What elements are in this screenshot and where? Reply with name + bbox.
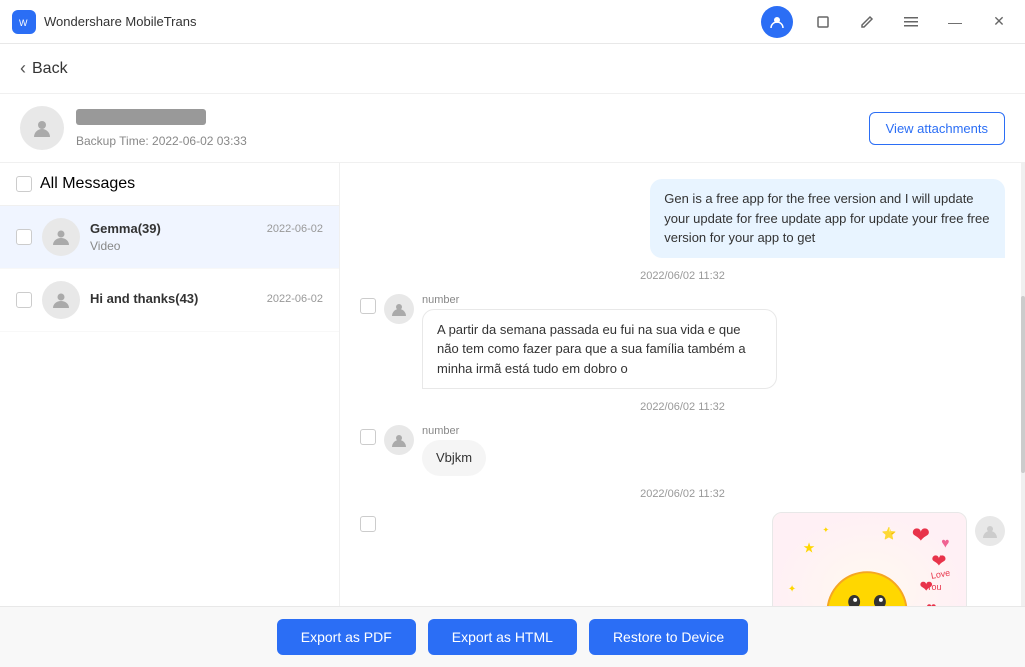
minimize-button[interactable]: — xyxy=(941,8,969,36)
conv-info-gemma: Gemma(39) 2022-06-02 Video xyxy=(90,221,323,253)
msg-checkbox-image[interactable] xyxy=(360,516,376,532)
profile-info: Backup Time: 2022-06-02 03:33 xyxy=(76,109,869,148)
back-label: Back xyxy=(32,60,68,78)
restore-device-button[interactable]: Restore to Device xyxy=(589,619,748,655)
main-content: ‹ Back Backup Time: 2022-06-02 03:33 Vie… xyxy=(0,44,1025,667)
msg-avatar-incoming-1 xyxy=(384,294,414,324)
msg-avatar-incoming-2 xyxy=(384,425,414,455)
scrollbar-thumb[interactable] xyxy=(1021,296,1025,473)
conv-name-row-hi-thanks: Hi and thanks(43) 2022-06-02 xyxy=(90,291,323,306)
message-timestamp-3: 2022/06/02 11:32 xyxy=(360,488,1005,500)
profile-backup-time: Backup Time: 2022-06-02 03:33 xyxy=(76,134,869,148)
header-bar: ‹ Back xyxy=(0,44,1025,94)
conv-checkbox-gemma[interactable] xyxy=(16,229,32,245)
all-messages-row: All Messages xyxy=(0,163,339,206)
conv-avatar-hi-thanks xyxy=(42,281,80,319)
message-timestamp-1: 2022/06/02 11:32 xyxy=(360,270,1005,282)
app-icon: W xyxy=(12,10,36,34)
svg-text:❤: ❤ xyxy=(912,522,930,547)
conv-name-row-gemma: Gemma(39) 2022-06-02 xyxy=(90,221,323,236)
msg-sender-incoming-1: number xyxy=(422,294,777,306)
message-timestamp-2: 2022/06/02 11:32 xyxy=(360,401,1005,413)
profile-avatar xyxy=(20,106,64,150)
msg-avatar-image xyxy=(975,516,1005,546)
scrollbar[interactable] xyxy=(1021,163,1025,606)
message-row-incoming-1: number A partir da semana passada eu fui… xyxy=(360,294,1005,390)
conversation-item-hi-thanks[interactable]: Hi and thanks(43) 2022-06-02 xyxy=(0,269,339,332)
msg-bubble-incoming-2: Vbjkm xyxy=(422,440,486,476)
msg-content-incoming-1: number A partir da semana passada eu fui… xyxy=(422,294,777,390)
message-row-outgoing-1: Gen is a free app for the free version a… xyxy=(360,179,1005,258)
msg-content-outgoing-1: Gen is a free app for the free version a… xyxy=(650,179,1005,258)
msg-checkbox-incoming-1[interactable] xyxy=(360,298,376,314)
svg-text:★: ★ xyxy=(803,539,815,555)
svg-text:❤: ❤ xyxy=(926,600,936,606)
export-html-button[interactable]: Export as HTML xyxy=(428,619,577,655)
account-button[interactable] xyxy=(761,6,793,38)
menu-button[interactable] xyxy=(897,8,925,36)
msg-checkbox-incoming-2[interactable] xyxy=(360,429,376,445)
title-controls: — ✕ xyxy=(761,6,1013,38)
svg-text:W: W xyxy=(19,18,28,28)
footer-bar: Export as PDF Export as HTML Restore to … xyxy=(0,606,1025,667)
conv-info-hi-thanks: Hi and thanks(43) 2022-06-02 xyxy=(90,291,323,309)
title-bar: W Wondershare MobileTrans — ✕ xyxy=(0,0,1025,44)
edit-button[interactable] xyxy=(853,8,881,36)
msg-content-incoming-2: number Vbjkm xyxy=(422,425,486,476)
svg-text:⭐: ⭐ xyxy=(882,526,897,540)
conv-avatar-gemma xyxy=(42,218,80,256)
conv-date-gemma: 2022-06-02 xyxy=(267,223,323,235)
svg-text:I: I xyxy=(939,554,942,565)
body-layout: All Messages Gemma(39) 2022-06-02 Video xyxy=(0,163,1025,606)
conv-name-hi-thanks: Hi and thanks(43) xyxy=(90,291,198,306)
conv-date-hi-thanks: 2022-06-02 xyxy=(267,293,323,305)
svg-text:You: You xyxy=(926,581,941,591)
msg-bubble-outgoing-1: Gen is a free app for the free version a… xyxy=(650,179,1005,258)
conv-name-gemma: Gemma(39) xyxy=(90,221,161,236)
svg-text:♥: ♥ xyxy=(941,534,949,550)
svg-text:✦: ✦ xyxy=(788,583,796,594)
back-button[interactable]: ‹ Back xyxy=(20,58,68,79)
profile-name xyxy=(76,109,206,125)
sticker-image: ❤ ❤ ❤ ♥ ❤ I Love You ★ xyxy=(772,512,967,607)
close-button[interactable]: ✕ xyxy=(985,8,1013,36)
view-attachments-button[interactable]: View attachments xyxy=(869,112,1005,145)
profile-section: Backup Time: 2022-06-02 03:33 View attac… xyxy=(0,94,1025,163)
conversation-item-gemma[interactable]: Gemma(39) 2022-06-02 Video xyxy=(0,206,339,269)
svg-text:✦: ✦ xyxy=(822,525,829,534)
export-pdf-button[interactable]: Export as PDF xyxy=(277,619,416,655)
left-panel: All Messages Gemma(39) 2022-06-02 Video xyxy=(0,163,340,606)
messages-area: Gen is a free app for the free version a… xyxy=(340,163,1025,606)
conversation-list: Gemma(39) 2022-06-02 Video Hi and than xyxy=(0,206,339,606)
right-panel: Gen is a free app for the free version a… xyxy=(340,163,1025,606)
conv-checkbox-hi-thanks[interactable] xyxy=(16,292,32,308)
back-arrow-icon: ‹ xyxy=(20,58,26,79)
msg-sender-incoming-2: number xyxy=(422,425,486,437)
conv-preview-gemma: Video xyxy=(90,239,323,253)
all-messages-checkbox[interactable] xyxy=(16,176,32,192)
svg-text:♥: ♥ xyxy=(892,604,904,606)
app-title: Wondershare MobileTrans xyxy=(44,14,761,29)
all-messages-label: All Messages xyxy=(40,175,135,193)
window-button[interactable] xyxy=(809,8,837,36)
message-row-image: ❤ ❤ ❤ ♥ ❤ I Love You ★ xyxy=(360,512,1005,607)
msg-bubble-incoming-1: A partir da semana passada eu fui na sua… xyxy=(422,309,777,390)
message-row-incoming-2: number Vbjkm xyxy=(360,425,1005,476)
